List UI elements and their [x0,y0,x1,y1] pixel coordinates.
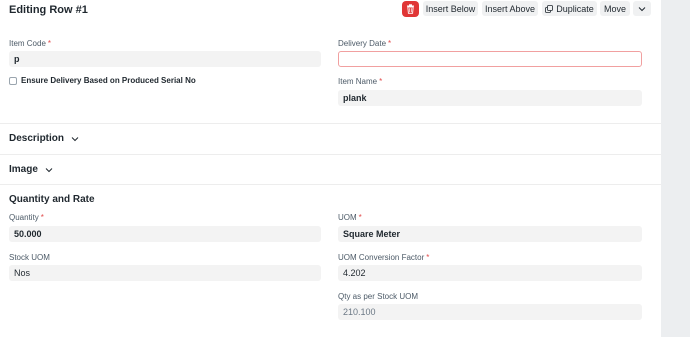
delivery-date-label: Delivery Date * [338,39,392,48]
quantity-label: Quantity * [9,213,44,222]
collapse-row-button[interactable] [633,1,651,16]
trash-icon [406,4,415,14]
duplicate-button[interactable]: Duplicate [542,1,597,16]
conversion-factor-label: UOM Conversion Factor * [338,253,430,262]
chevron-down-icon [45,167,53,173]
stock-qty-label: Qty as per Stock UOM [338,292,419,301]
duplicate-icon [545,4,554,13]
divider [0,184,661,185]
scrollbar-track[interactable] [661,0,690,337]
uom-label: UOM * [338,213,362,222]
item-name-field[interactable]: plank [338,90,642,106]
divider [0,123,661,124]
chevron-down-icon [638,6,646,12]
grid-row-form: Editing Row #1 Insert Below Insert Above… [0,0,661,337]
description-section-toggle[interactable]: Description [9,133,79,144]
uom-field[interactable]: Square Meter [338,226,642,242]
delivery-date-field[interactable] [338,51,642,67]
quantity-rate-section-title: Quantity and Rate [9,194,95,205]
stock-uom-label: Stock UOM [9,253,50,262]
insert-below-button[interactable]: Insert Below [423,1,478,16]
quantity-field[interactable]: 50.000 [9,226,321,242]
conversion-factor-field[interactable]: 4.202 [338,265,642,281]
insert-above-button[interactable]: Insert Above [482,1,538,16]
stock-uom-field[interactable]: Nos [9,265,321,281]
delete-row-button[interactable] [402,1,419,17]
description-section-title: Description [9,133,65,144]
chevron-down-icon [71,136,79,142]
form-title: Editing Row #1 [9,4,88,16]
ensure-delivery-checkbox[interactable] [9,77,17,85]
image-section-title: Image [9,164,38,175]
duplicate-label: Duplicate [556,3,594,14]
item-name-label: Item Name * [338,77,383,86]
move-button[interactable]: Move [600,1,630,16]
item-code-label: Item Code * [9,39,52,48]
stock-qty-field: 210.100 [338,304,642,320]
ensure-delivery-label: Ensure Delivery Based on Produced Serial… [21,76,196,85]
image-section-toggle[interactable]: Image [9,164,53,175]
item-code-field[interactable]: p [9,51,321,67]
divider [0,154,661,155]
